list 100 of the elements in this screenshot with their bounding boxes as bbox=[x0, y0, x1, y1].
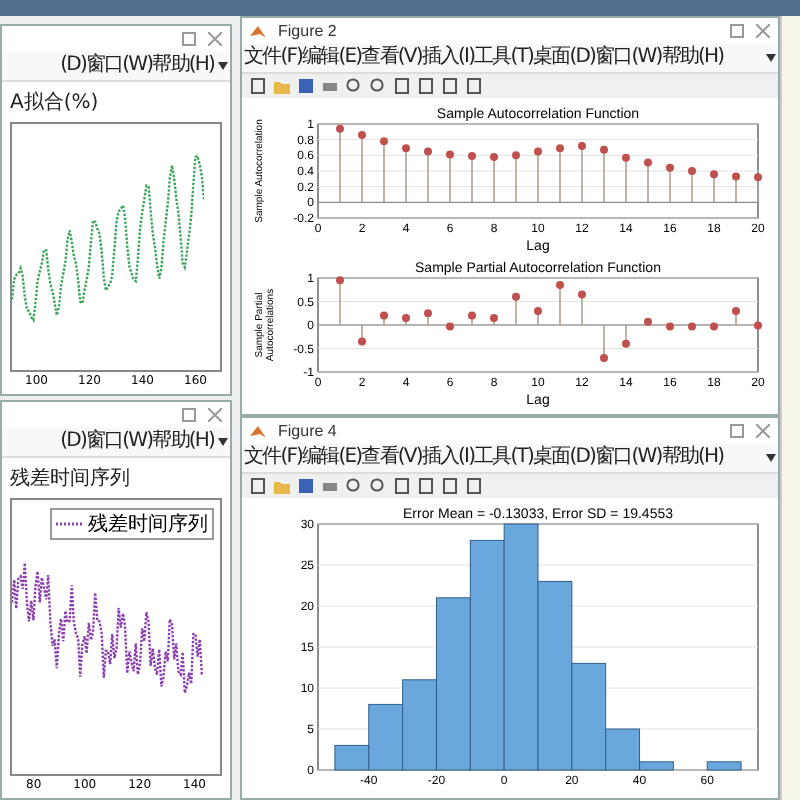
data-point bbox=[358, 337, 366, 346]
data-point bbox=[490, 313, 498, 322]
menu-item[interactable]: 帮助(H) bbox=[661, 446, 724, 470]
data-point bbox=[424, 147, 432, 156]
maximize-icon[interactable] bbox=[182, 32, 196, 46]
data-point bbox=[490, 152, 498, 161]
data-point bbox=[710, 322, 718, 331]
stem-line bbox=[559, 284, 561, 326]
menu-item[interactable]: 帮助(H) bbox=[152, 54, 214, 78]
menu-item[interactable]: 窗口(W) bbox=[85, 430, 153, 454]
data-point bbox=[380, 311, 388, 320]
stem-line bbox=[625, 156, 627, 204]
legend-line-icon bbox=[56, 520, 84, 528]
data-point bbox=[380, 137, 388, 146]
menu-item[interactable]: 查看(V) bbox=[361, 46, 422, 70]
data-point bbox=[710, 170, 718, 179]
data-point bbox=[600, 353, 608, 362]
data-point bbox=[512, 151, 520, 160]
new-tool-icon[interactable] bbox=[250, 478, 266, 494]
stem-line bbox=[361, 134, 363, 204]
new-tool-icon[interactable] bbox=[250, 78, 266, 94]
data-point bbox=[666, 322, 674, 331]
data-point bbox=[424, 309, 432, 318]
data-point bbox=[644, 317, 652, 326]
stem-line bbox=[581, 293, 583, 326]
data-point bbox=[446, 150, 454, 159]
data-point bbox=[666, 163, 674, 172]
data-point bbox=[732, 306, 740, 315]
data-point bbox=[622, 339, 630, 348]
data-point bbox=[534, 147, 542, 156]
data-point bbox=[512, 292, 520, 301]
dropdown-arrow-icon[interactable] bbox=[766, 54, 776, 62]
menu-item[interactable]: 桌面(D) bbox=[533, 46, 596, 70]
data-point bbox=[600, 145, 608, 154]
stem-line bbox=[493, 156, 495, 204]
dropdown-arrow-icon[interactable] bbox=[766, 454, 776, 462]
data-point bbox=[336, 124, 344, 133]
stem-line bbox=[625, 324, 627, 345]
stem-line bbox=[735, 175, 737, 204]
stem-line bbox=[471, 155, 473, 204]
close-icon[interactable] bbox=[756, 24, 770, 38]
dropdown-arrow-icon[interactable] bbox=[218, 62, 228, 70]
maximize-icon[interactable] bbox=[182, 408, 196, 422]
menu-item[interactable]: 窗口(W) bbox=[595, 46, 662, 70]
data-point bbox=[578, 141, 586, 150]
histogram-bar bbox=[706, 761, 742, 771]
menu-item[interactable]: 窗口(W) bbox=[595, 446, 662, 470]
menu-item[interactable]: 工具(T) bbox=[474, 46, 534, 70]
stem-line bbox=[383, 140, 385, 204]
stem-line bbox=[405, 147, 407, 204]
stem-line bbox=[581, 145, 583, 204]
maximize-icon[interactable] bbox=[730, 424, 744, 438]
data-point bbox=[336, 276, 344, 285]
close-icon[interactable] bbox=[208, 32, 222, 46]
data-point bbox=[446, 322, 454, 331]
stem-line bbox=[449, 153, 451, 204]
data-point bbox=[732, 172, 740, 181]
window-title: Figure 2 bbox=[278, 22, 337, 40]
menu-item[interactable]: 文件(F) bbox=[244, 446, 303, 470]
menu-item[interactable]: 帮助(H) bbox=[152, 430, 214, 454]
window-title: Figure 4 bbox=[278, 422, 337, 440]
stem-line bbox=[339, 127, 341, 204]
close-icon[interactable] bbox=[208, 408, 222, 422]
data-point bbox=[556, 144, 564, 153]
menu-item[interactable]: 插入(I) bbox=[421, 446, 475, 470]
menu-item[interactable]: 桌面(D) bbox=[533, 446, 596, 470]
data-point bbox=[358, 130, 366, 139]
stem-line bbox=[515, 296, 517, 326]
stem-line bbox=[427, 150, 429, 204]
data-point bbox=[644, 158, 652, 167]
data-point bbox=[402, 144, 410, 153]
stem-line bbox=[515, 154, 517, 204]
stem-line bbox=[757, 176, 759, 204]
chart-title: 残差时间序列 bbox=[10, 465, 130, 492]
stem-line bbox=[537, 150, 539, 204]
maximize-icon[interactable] bbox=[730, 24, 744, 38]
menu-item[interactable]: 插入(I) bbox=[421, 46, 475, 70]
menu-item[interactable]: 文件(F) bbox=[244, 46, 303, 70]
stem-line bbox=[713, 173, 715, 204]
menu-item[interactable]: 帮助(H) bbox=[661, 46, 724, 70]
save-tool-icon[interactable] bbox=[298, 478, 314, 494]
data-point bbox=[534, 306, 542, 315]
menu-item[interactable]: 编辑(E) bbox=[302, 446, 362, 470]
close-icon[interactable] bbox=[756, 424, 770, 438]
menu-item[interactable]: 编辑(E) bbox=[302, 46, 362, 70]
save-tool-icon[interactable] bbox=[298, 78, 314, 94]
menu-item[interactable]: (D) bbox=[60, 54, 86, 78]
data-point bbox=[556, 281, 564, 290]
menu-item[interactable]: 窗口(W) bbox=[85, 54, 153, 78]
stem-line bbox=[603, 324, 605, 359]
stem-line bbox=[361, 324, 363, 343]
menu-item[interactable]: 查看(V) bbox=[361, 446, 422, 470]
stem-line bbox=[559, 147, 561, 204]
menu-item[interactable]: 工具(T) bbox=[474, 446, 534, 470]
stem-line bbox=[603, 149, 605, 204]
data-point bbox=[688, 322, 696, 331]
menu-item[interactable]: (D) bbox=[60, 430, 86, 454]
data-point bbox=[578, 290, 586, 299]
chart-legend: 残差时间序列 bbox=[50, 508, 214, 540]
dropdown-arrow-icon[interactable] bbox=[218, 438, 228, 446]
